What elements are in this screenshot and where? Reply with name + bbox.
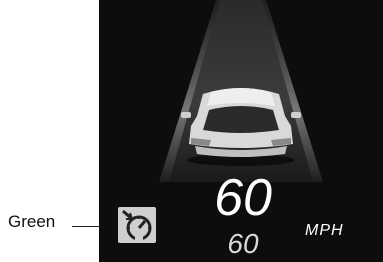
speed-unit: MPH [305, 222, 344, 239]
cluster-display: 60 60 MPH [99, 0, 383, 262]
current-speed: 60 [214, 169, 272, 227]
callout-label: Green [8, 212, 56, 231]
set-speed: 60 [227, 228, 259, 259]
cruise-control-speedometer-icon [118, 207, 156, 243]
vehicle-ahead-icon [181, 88, 301, 166]
